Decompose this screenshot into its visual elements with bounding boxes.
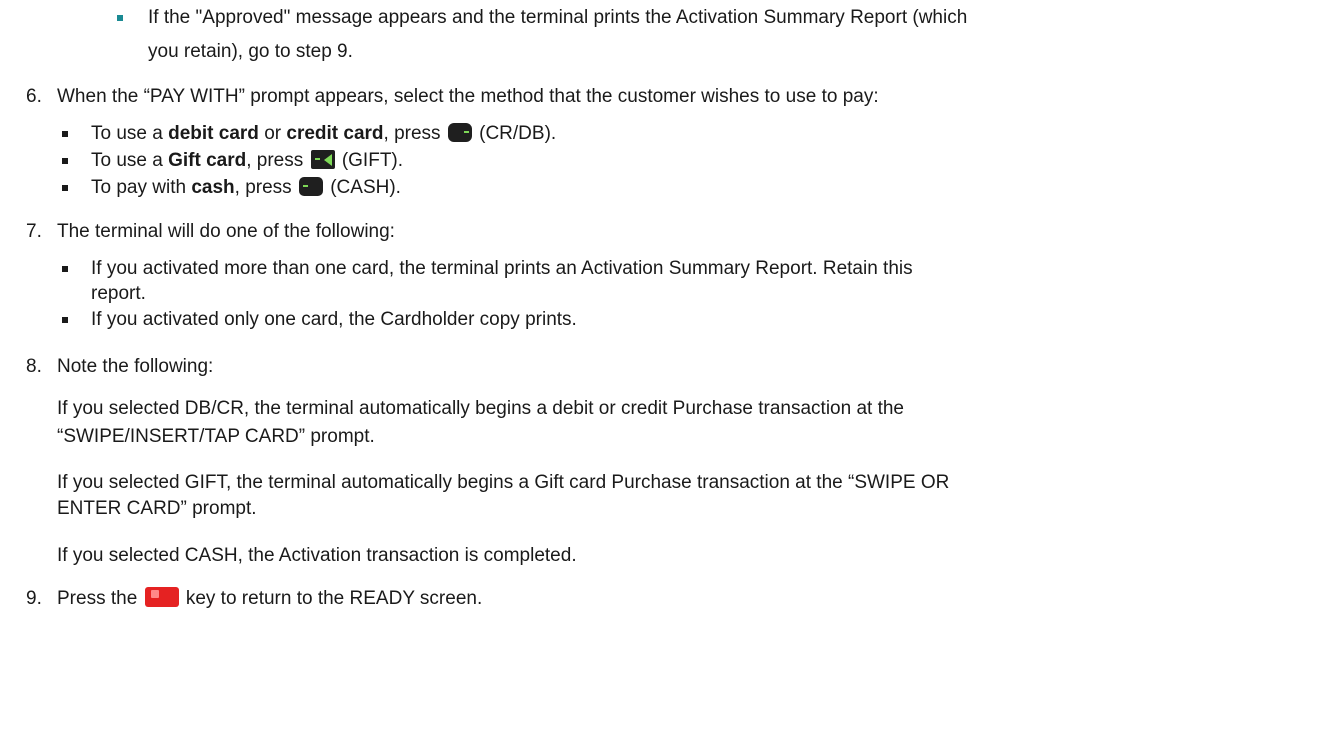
text: To use a [91, 150, 169, 171]
crdb-key-icon [447, 123, 472, 142]
text: (GIFT). [336, 150, 404, 171]
text: or [258, 123, 287, 144]
step6-bullet-2: To use a Gift card, press (GIFT). [91, 149, 403, 173]
step5-bullet-line2: you retain), go to step 9. [148, 41, 353, 62]
bold-term: debit card [168, 123, 259, 144]
step8-para-2-line1: If you selected GIFT, the terminal autom… [57, 472, 950, 493]
step6-bullet-1: To use a debit card or credit card, pres… [91, 122, 556, 146]
bullet-marker [62, 185, 68, 191]
step-number: 7. [26, 221, 42, 242]
step7-bullet-1-line2: report. [91, 283, 146, 304]
step7-text: The terminal will do one of the followin… [57, 221, 395, 242]
text: , press [383, 123, 441, 144]
bullet-marker [62, 317, 68, 323]
step8-para-1-line2: “SWIPE/INSERT/TAP CARD” prompt. [57, 426, 375, 447]
text: To use a [91, 123, 169, 144]
step8-text: Note the following: [57, 356, 214, 377]
bold-term: credit card [286, 123, 384, 144]
step-number: 8. [26, 356, 42, 377]
text: key to return to the READY screen. [180, 588, 483, 609]
text: , press [246, 150, 304, 171]
text: , press [234, 177, 292, 198]
step9-text: Press the key to return to the READY scr… [57, 587, 482, 611]
step-number: 9. [26, 588, 42, 609]
step5-bullet-line1: If the "Approved" message appears and th… [148, 7, 968, 28]
step-number: 6. [26, 86, 42, 107]
step8-para-3: If you selected CASH, the Activation tra… [57, 545, 577, 566]
gift-key-icon [310, 150, 335, 169]
bullet-marker [62, 131, 68, 137]
bullet-marker [62, 158, 68, 164]
step6-text: When the “PAY WITH” prompt appears, sele… [57, 86, 879, 107]
bullet-marker [117, 15, 123, 21]
bullet-marker [62, 266, 68, 272]
step8-para-1-line1: If you selected DB/CR, the terminal auto… [57, 398, 904, 419]
text: (CASH). [324, 177, 401, 198]
cash-key-icon [298, 177, 323, 196]
cancel-key-icon [144, 587, 179, 607]
text: Press the [57, 588, 138, 609]
text: To pay with [91, 177, 192, 198]
bold-term: Gift card [168, 150, 247, 171]
step7-bullet-1-line1: If you activated more than one card, the… [91, 258, 913, 279]
step7-bullet-2: If you activated only one card, the Card… [91, 309, 577, 330]
step6-bullet-3: To pay with cash, press (CASH). [91, 176, 401, 200]
bold-term: cash [191, 177, 235, 198]
text: (CR/DB). [473, 123, 557, 144]
step8-para-2-line2: ENTER CARD” prompt. [57, 498, 257, 519]
